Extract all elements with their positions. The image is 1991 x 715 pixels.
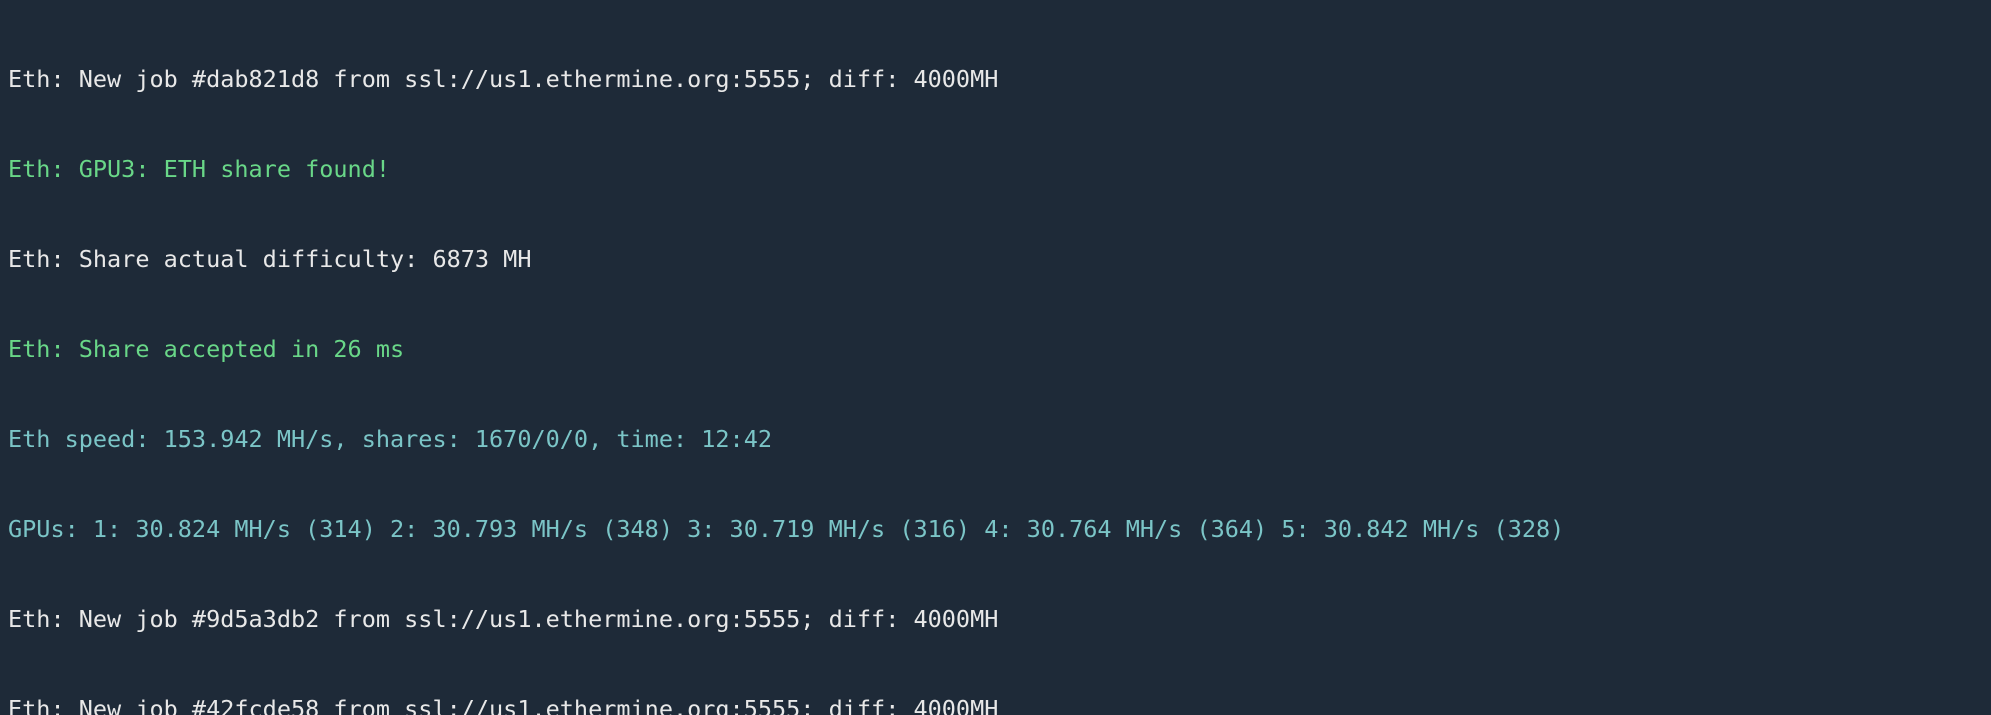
terminal-output[interactable]: Eth: New job #dab821d8 from ssl://us1.et… xyxy=(0,0,1991,715)
log-line-share-difficulty: Eth: Share actual difficulty: 6873 MH xyxy=(8,244,1983,274)
log-line-new-job: Eth: New job #42fcde58 from ssl://us1.et… xyxy=(8,694,1983,715)
log-line-gpu-stats: GPUs: 1: 30.824 MH/s (314) 2: 30.793 MH/… xyxy=(8,514,1983,544)
log-line-share-found: Eth: GPU3: ETH share found! xyxy=(8,154,1983,184)
log-line-share-accepted: Eth: Share accepted in 26 ms xyxy=(8,334,1983,364)
log-line-new-job: Eth: New job #9d5a3db2 from ssl://us1.et… xyxy=(8,604,1983,634)
terminal-window[interactable]: Eth: New job #dab821d8 from ssl://us1.et… xyxy=(0,0,1991,715)
log-line-eth-speed: Eth speed: 153.942 MH/s, shares: 1670/0/… xyxy=(8,424,1983,454)
log-line-new-job: Eth: New job #dab821d8 from ssl://us1.et… xyxy=(8,64,1983,94)
